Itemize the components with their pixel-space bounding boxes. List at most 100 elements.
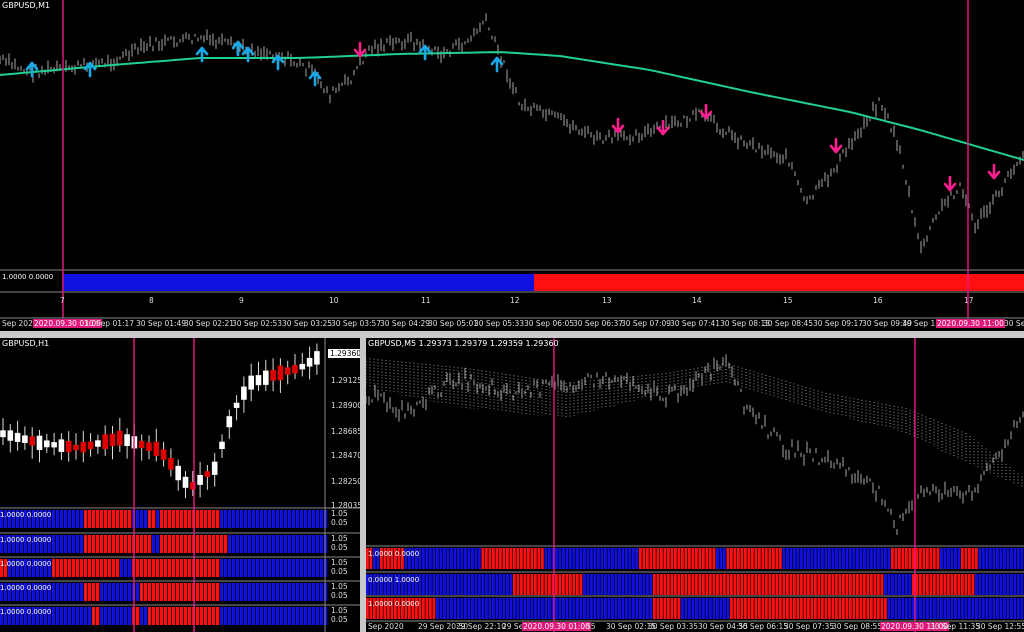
h1-indicator-blue-bar: [128, 583, 132, 601]
h1-indicator-red-bar: [168, 559, 172, 577]
h1-indicator-red-bar: [196, 607, 200, 625]
h1-indicator-blue-bar: [300, 535, 304, 553]
h1-indicator-red-bar: [152, 583, 156, 601]
window-separator-v[interactable]: [360, 338, 366, 632]
m5-indicator-blue-bar: [982, 548, 985, 569]
h1-candle-body: [219, 441, 225, 450]
h1-indicator-red-bar: [148, 535, 152, 553]
m5-indicator-red-bar: [849, 598, 852, 619]
m5-indicator-red-bar: [810, 598, 814, 619]
m5-indicator-blue-bar: [684, 598, 688, 619]
m5-indicator-blue-bar: [460, 598, 464, 619]
hour-label: 13: [602, 296, 612, 305]
m5-indicator-blue-bar: [982, 598, 985, 619]
h1-price-label: 1.28900: [331, 401, 360, 410]
m5-indicator-blue-bar: [940, 598, 943, 619]
h1-indicator-red-bar: [92, 583, 96, 601]
m5-indicator-blue-bar: [926, 598, 929, 619]
h1-indicator-red-bar: [184, 583, 188, 601]
m5-indicator-blue-bar: [947, 598, 950, 619]
h1-indicator-blue-bar: [120, 607, 124, 625]
m1-indicator-blue-segment: [63, 274, 534, 291]
h1-indicator-red-bar: [160, 559, 164, 577]
m5-indicator-red-bar: [751, 574, 754, 595]
m5-indicator-blue-bar: [611, 574, 614, 595]
m5-indicator-red-bar: [947, 574, 950, 595]
m5-indicator-blue-bar: [527, 598, 530, 619]
h1-indicator-blue-bar: [228, 535, 232, 553]
h1-indicator-blue-bar: [100, 607, 104, 625]
h1-indicator-red-bar: [92, 607, 96, 625]
h1-indicator-red-bar: [152, 607, 156, 625]
h1-indicator-red-bar: [64, 559, 68, 577]
m5-chart-canvas[interactable]: [366, 338, 1024, 632]
h1-chart-canvas[interactable]: [0, 338, 360, 632]
h1-indicator-blue-bar: [296, 510, 300, 528]
m5-indicator-red-bar: [796, 574, 800, 595]
h1-candle-body: [292, 365, 298, 374]
m5-chart-panel[interactable]: GBPUSD,M5 1.29373 1.29379 1.29359 1.2936…: [366, 338, 1024, 632]
m5-indicator-red-bar: [544, 574, 548, 595]
m1-chart-panel[interactable]: GBPUSD,M1 1.0000 0.0000 7 8 9 10 11 12 13 14 15 1…: [0, 0, 1024, 330]
h1-candle-body: [36, 435, 43, 451]
m5-indicator-red-bar: [523, 574, 527, 595]
m5-indicator-red-bar: [740, 598, 744, 619]
m5-indicator-blue-bar: [877, 548, 880, 569]
m5-indicator-blue-bar: [632, 598, 635, 619]
h1-indicator-red-bar: [84, 559, 88, 577]
m5-indicator-blue-bar: [576, 548, 579, 569]
h1-indicator-blue-bar: [60, 510, 64, 528]
m5-indicator-red-bar: [971, 574, 975, 595]
h1-indicator-red-bar: [212, 583, 216, 601]
m5-indicator-blue-bar: [509, 574, 513, 595]
h1-indicator-blue-bar: [264, 583, 268, 601]
m5-indicator-red-bar: [537, 574, 541, 595]
h1-indicator-blue-bar: [280, 559, 284, 577]
m5-indicator-blue-bar: [600, 574, 604, 595]
m5-indicator-blue-bar: [590, 598, 593, 619]
h1-indicator-blue-bar: [272, 607, 276, 625]
m5-indicator-blue-bar: [936, 598, 940, 619]
m5-indicator-red-bar: [926, 548, 929, 569]
h1-indicator-red-bar: [216, 559, 220, 577]
m5-indicator-blue-bar: [989, 574, 992, 595]
time-label-highlight: 2020.09.30 01:00: [522, 622, 591, 631]
m5-indicator-blue-bar: [824, 548, 828, 569]
m5-indicator-red-bar: [866, 574, 870, 595]
m5-indicator-blue-bar: [978, 548, 982, 569]
h1-indicator-red-bar: [156, 583, 160, 601]
m5-indicator-red-bar: [772, 548, 775, 569]
h1-indicator-blue-bar: [236, 607, 240, 625]
hour-label: 8: [149, 296, 154, 305]
m5-indicator-red-bar: [768, 598, 772, 619]
m5-indicator-red-bar: [940, 574, 943, 595]
m5-indicator-blue-bar: [796, 548, 800, 569]
m5-indicator-red-bar: [964, 574, 968, 595]
m5-indicator-red-bar: [768, 548, 772, 569]
m5-indicator-red-bar: [754, 598, 758, 619]
h1-indicator-red-bar: [160, 583, 164, 601]
m5-indicator-red-bar: [758, 548, 761, 569]
m5-indicator-red-bar: [670, 548, 674, 569]
m5-indicator-blue-bar: [523, 598, 527, 619]
h1-chart-panel[interactable]: GBPUSD,H1 1.29360 1.29125 1.28900 1.28685 1…: [0, 338, 360, 632]
m5-indicator-red-bar: [520, 548, 523, 569]
m1-chart-canvas[interactable]: [0, 0, 1024, 330]
window-separator-h[interactable]: [0, 331, 1024, 338]
h1-indicator-blue-bar: [316, 583, 320, 601]
m5-indicator-label: 1.0000 0.0000: [368, 600, 420, 608]
m5-indicator-red-bar: [866, 598, 870, 619]
m5-indicator-red-bar: [919, 574, 922, 595]
m5-indicator-red-bar: [824, 574, 828, 595]
h1-indicator-blue-bar: [320, 510, 324, 528]
m5-indicator-blue-bar: [432, 548, 436, 569]
h1-indicator-blue-bar: [104, 607, 108, 625]
m5-indicator-red-bar: [513, 574, 516, 595]
h1-indicator-red-bar: [172, 535, 176, 553]
m5-indicator-blue-bar: [845, 548, 849, 569]
m5-indicator-blue-bar: [852, 548, 856, 569]
h1-indicator-red-bar: [168, 607, 172, 625]
m5-indicator-red-bar: [709, 574, 712, 595]
m5-indicator-red-bar: [677, 598, 681, 619]
h1-indicator-red-bar: [200, 559, 204, 577]
